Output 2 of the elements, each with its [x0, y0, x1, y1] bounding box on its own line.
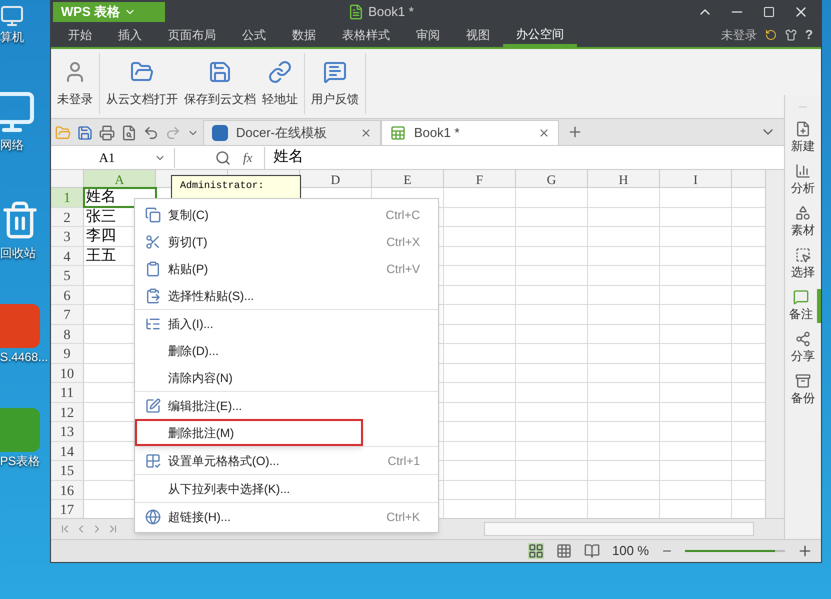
comment-tooltip: Administrator: [171, 175, 301, 199]
window-title: Book1 * [368, 3, 414, 22]
